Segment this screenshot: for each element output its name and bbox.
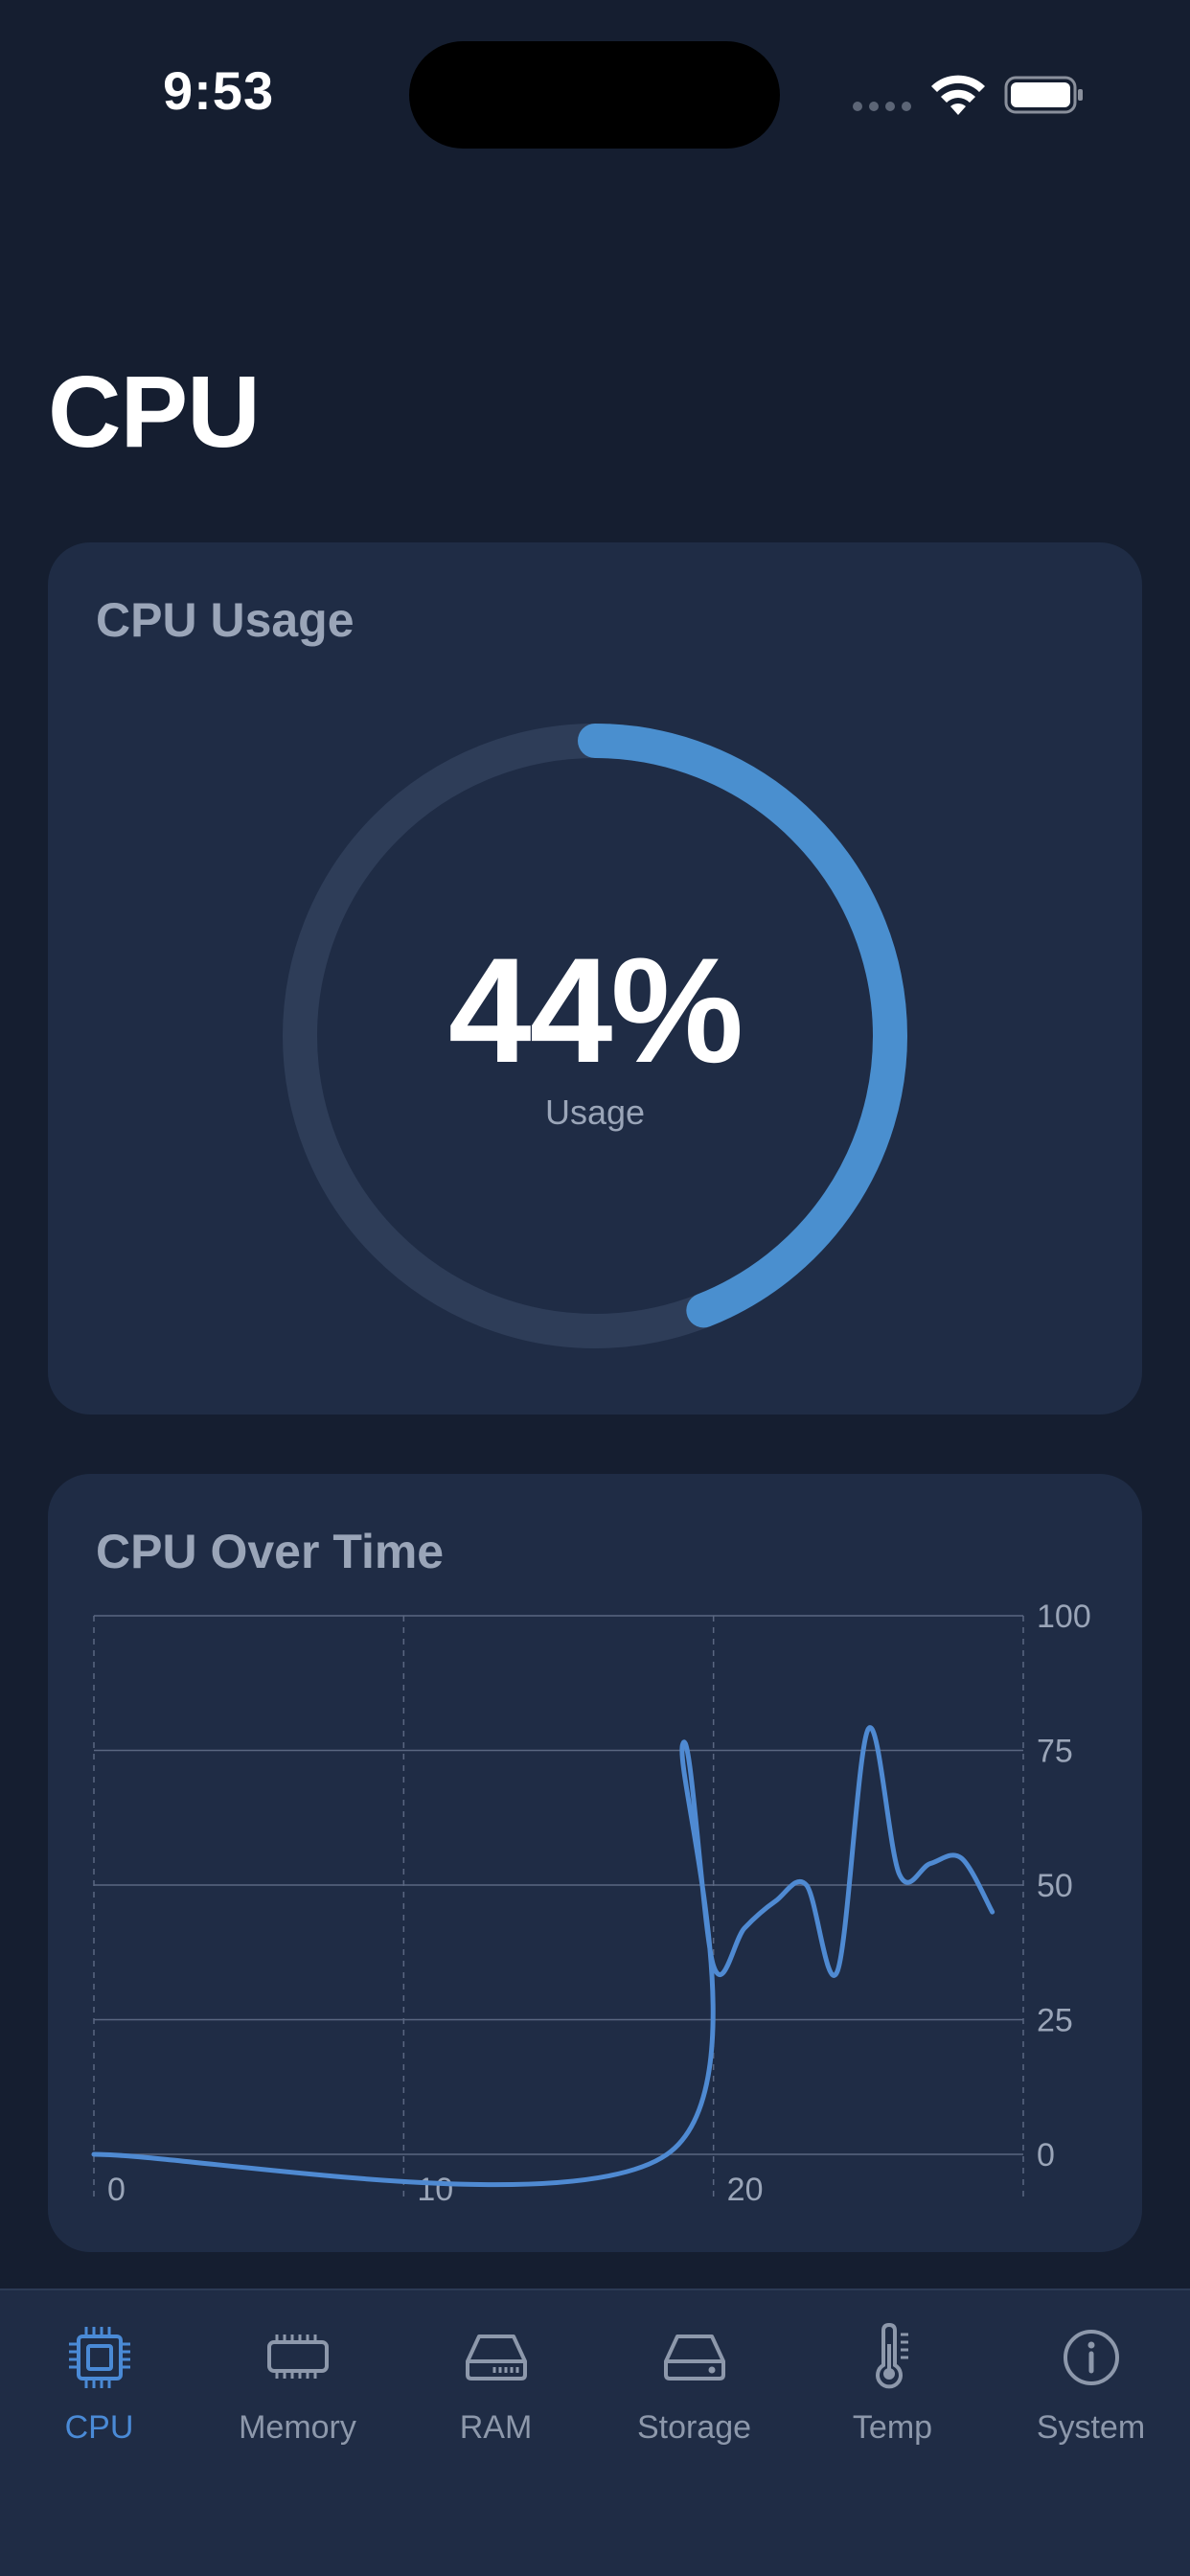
tab-ram[interactable]: RAM [397,2323,595,2447]
tab-storage-label: Storage [636,2409,752,2446]
x-tick-label: 10 [417,2172,453,2208]
tab-storage[interactable]: Storage [595,2323,793,2447]
usage-caption: Usage [544,1092,646,1132]
thermometer-icon [875,2323,908,2389]
tab-memory-label: Memory [239,2409,356,2446]
x-tick-label: 0 [107,2172,126,2208]
x-tick-label: 20 [727,2172,764,2208]
wifi-icon [931,75,985,115]
cpu-usage-card: CPU Usage 44% Usage [48,542,1142,1414]
page-title: CPU [48,356,261,469]
cpu-line-chart: 100 75 50 25 0 0 10 20 [91,1598,1091,2208]
y-tick-label: 100 [1037,1598,1091,1635]
tab-temp[interactable]: Temp [793,2323,992,2447]
tab-cpu-label: CPU [64,2409,134,2446]
y-tick-label: 25 [1037,2003,1073,2039]
battery-icon [1004,76,1083,114]
tab-cpu[interactable]: CPU [0,2323,198,2447]
tab-system[interactable]: System [992,2323,1190,2447]
dynamic-island [409,41,780,149]
tab-ram-label: RAM [459,2409,533,2446]
tab-bar: CPU Memory RAM Storage Temp System [0,2288,1190,2576]
y-tick-label: 0 [1037,2137,1055,2174]
memory-module-icon [266,2334,329,2379]
tab-system-label: System [1036,2409,1146,2446]
cpu-series-line [91,1725,995,2188]
usage-percent: 44% [447,928,744,1094]
cpu-chip-icon [68,2327,130,2388]
status-time: 9:53 [163,60,275,121]
y-tick-label: 50 [1037,1868,1073,1904]
info-circle-icon [1063,2330,1119,2385]
ram-drive-icon [465,2334,527,2380]
cpu-usage-title: CPU Usage [96,593,355,647]
cpu-over-time-card: CPU Over Time 100 75 50 25 0 0 10 20 [48,1474,1142,2252]
internal-drive-icon [663,2334,725,2380]
cellular-signal-icon [853,102,911,111]
tab-temp-label: Temp [852,2409,933,2446]
tab-memory[interactable]: Memory [198,2323,397,2447]
screen: 9:53 CPU CPU Usage 44% Usage CPU Over Ti… [0,0,1190,2576]
y-tick-label: 75 [1037,1734,1073,1770]
